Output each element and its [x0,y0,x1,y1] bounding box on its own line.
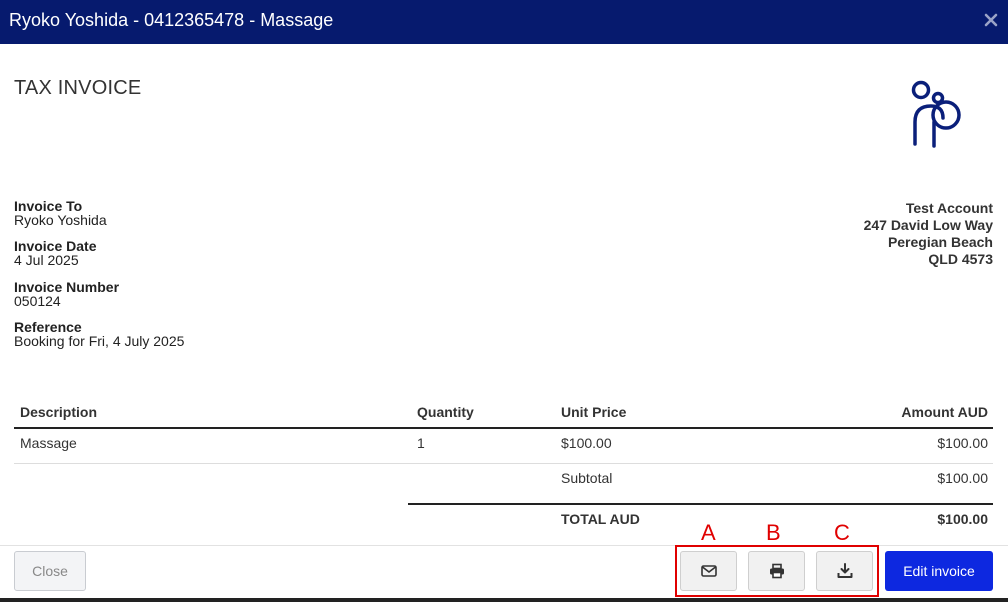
row-divider [14,463,993,464]
edit-invoice-button[interactable]: Edit invoice [885,551,993,591]
subtotal-value: $100.00 [937,470,988,486]
total-value: $100.00 [937,511,988,527]
row-amount: $100.00 [937,435,988,451]
invoice-date-value: 4 Jul 2025 [14,252,79,268]
reference-block: Reference Booking for Fri, 4 July 2025 [14,320,314,348]
modal-header: Ryoko Yoshida - 0412365478 - Massage [0,0,1008,44]
subtotal-label: Subtotal [561,470,613,486]
close-icon[interactable] [982,10,1000,30]
document-title: TAX INVOICE [14,77,142,99]
business-address: Test Account 247 David Low Way Peregian … [864,200,993,268]
invoice-to-value: Ryoko Yoshida [14,212,107,228]
col-header-unit-price: Unit Price [561,404,627,420]
business-suburb: Peregian Beach [887,234,993,250]
row-description: Massage [20,435,77,451]
annotation-marker-c: C [834,520,850,545]
invoice-date-label: Invoice Date [14,238,97,254]
close-button[interactable]: Close [14,551,86,591]
business-name: Test Account [905,200,993,216]
invoice-date-block: Invoice Date 4 Jul 2025 [14,239,314,267]
modal-title: Ryoko Yoshida - 0412365478 - Massage [9,10,334,30]
col-header-quantity: Quantity [417,404,474,420]
invoice-number-value: 050124 [14,293,61,309]
invoice-to-block: Invoice To Ryoko Yoshida [14,199,314,227]
annotation-marker-a: A [701,520,716,545]
invoice-number-label: Invoice Number [14,279,120,295]
reference-value: Booking for Fri, 4 July 2025 [14,333,185,349]
total-rule [408,503,993,505]
invoice-to-label: Invoice To [14,198,83,214]
business-street: 247 David Low Way [863,217,993,233]
business-state-postcode: QLD 4573 [928,251,993,267]
backdrop-strip [0,598,1008,602]
table-header-rule [14,427,993,429]
annotation-marker-b: B [766,520,781,545]
col-header-description: Description [20,404,98,420]
row-quantity: 1 [417,435,425,451]
invoice-modal: Ryoko Yoshida - 0412365478 - Massage TAX… [0,0,1008,602]
row-unit-price: $100.00 [561,435,612,451]
annotation-highlight-box [675,545,879,597]
invoice-number-block: Invoice Number 050124 [14,280,314,308]
total-label: TOTAL AUD [561,511,640,527]
reference-label: Reference [14,319,82,335]
col-header-amount: Amount AUD [901,404,988,420]
rp-logo [880,52,990,172]
